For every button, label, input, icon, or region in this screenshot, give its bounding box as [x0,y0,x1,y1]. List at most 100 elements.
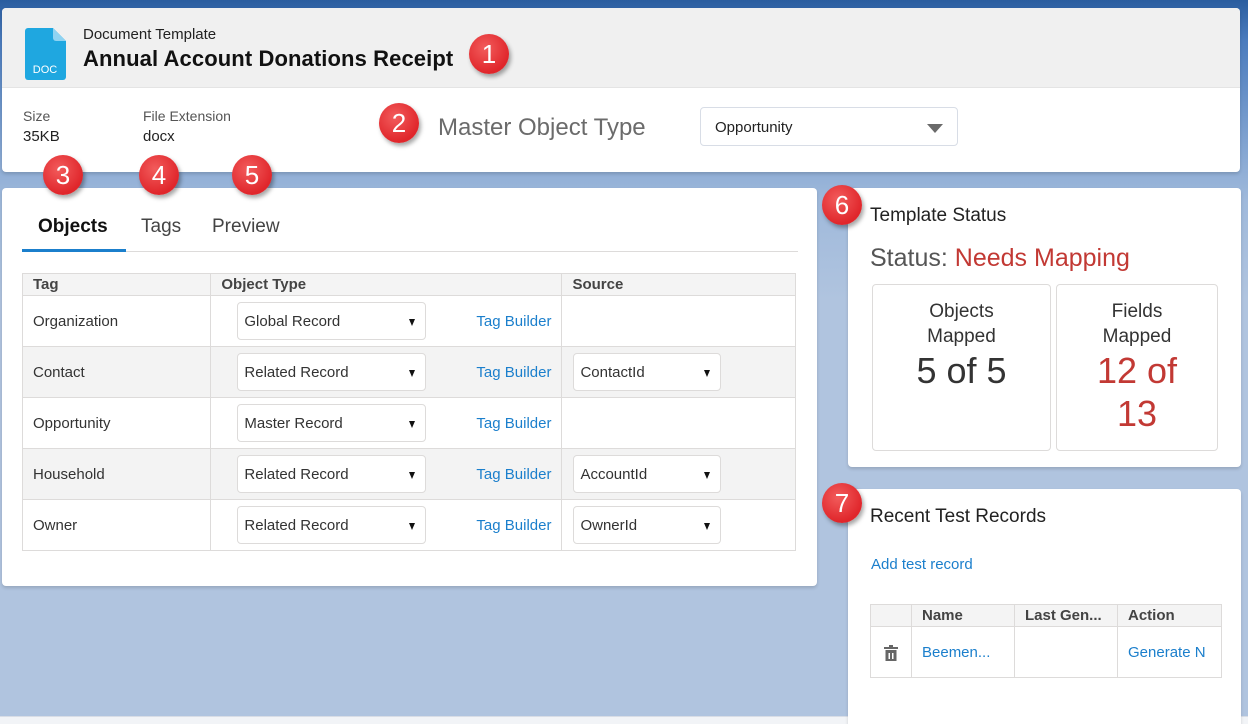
column-header-action: Action [1117,604,1222,627]
source-cell [561,397,796,449]
svg-text:DOC: DOC [33,64,58,76]
fields-mapped-label-line1: Fields [1111,301,1163,322]
source-select[interactable]: ContactId [573,353,722,391]
column-header-icon [870,604,912,627]
source-cell [561,295,796,347]
objects-mapped-tile: Objects Mapped 5 of 5 [872,284,1051,451]
column-header-object-type: Object Type [210,273,563,296]
object-type-cell: Master Record [210,397,437,449]
source-cell: AccountId [561,448,796,500]
status-prefix: Status: [870,244,948,272]
objects-table: Tag Object Type Source Organization Glob… [21,273,796,551]
tab-objects[interactable]: Objects [38,216,108,248]
tag-cell: Opportunity [21,397,212,449]
column-header-name: Name [911,604,1015,627]
tab-preview[interactable]: Preview [212,216,280,248]
tag-builder-link[interactable]: Tag Builder [476,364,551,381]
tag-builder-cell: Tag Builder [436,448,563,500]
object-type-value: Global Record [244,313,341,330]
object-type-value: Related Record [244,364,349,381]
chevron-down-icon [927,124,943,133]
source-value: AccountId [580,466,648,483]
table-row: Owner Related Record Tag Builder OwnerId [21,499,796,551]
object-type-select[interactable]: Related Record [237,353,427,391]
tag-builder-link[interactable]: Tag Builder [476,466,551,483]
caret-down-icon [409,319,416,326]
table-row: Beemen... Generate N [870,626,1222,678]
caret-down-icon [409,370,416,377]
status-line: Status: Needs Mapping [870,244,1130,273]
objects-card: Objects Tags Preview Tag Object Type Sou… [2,188,817,586]
page-title: Annual Account Donations Receipt [83,46,454,71]
recent-records-header: Name Last Gen... Action [870,604,1222,627]
callout-badge-4: 4 [139,155,179,195]
file-extension-field: File Extension docx [143,108,231,145]
source-select[interactable]: AccountId [573,455,722,493]
callout-badge-6: 6 [822,185,862,225]
object-type-value: Related Record [244,517,349,534]
object-type-select[interactable]: Related Record [237,506,427,544]
table-row: Household Related Record Tag Builder Acc… [21,448,796,500]
size-value: 35KB [23,128,60,145]
fields-mapped-value-line2: 13 [1116,393,1158,434]
tag-builder-link[interactable]: Tag Builder [476,313,551,330]
size-field: Size 35KB [23,108,60,145]
add-test-record-link[interactable]: Add test record [871,556,973,573]
source-value: OwnerId [580,517,638,534]
recent-records-table: Name Last Gen... Action Beemen... Genera… [870,604,1222,678]
generate-action-link[interactable]: Generate N [1128,644,1206,661]
tag-cell: Household [21,448,212,500]
tag-builder-cell: Tag Builder [436,346,563,398]
object-type-select[interactable]: Master Record [237,404,427,442]
record-name-cell: Beemen... [911,626,1015,678]
source-cell: OwnerId [561,499,796,551]
tag-builder-cell: Tag Builder [436,397,563,449]
tag-builder-link[interactable]: Tag Builder [476,517,551,534]
source-value: ContactId [580,364,645,381]
objects-mapped-value: 5 of 5 [916,350,1007,391]
objects-mapped-label-line1: Objects [929,301,994,322]
fields-mapped-label-line2: Mapped [1102,326,1172,347]
file-extension-label: File Extension [143,108,231,124]
source-select[interactable]: OwnerId [573,506,722,544]
master-object-type-label: Master Object Type [438,114,646,141]
active-tab-indicator [22,249,126,252]
table-row: Contact Related Record Tag Builder Conta… [21,346,796,398]
object-type-value: Master Record [244,415,343,432]
tag-builder-cell: Tag Builder [436,295,563,347]
object-type-cell: Related Record [210,448,437,500]
caret-down-icon [409,421,416,428]
caret-down-icon [704,523,711,530]
doc-file-icon: DOC [25,28,66,80]
caret-down-icon [704,472,711,479]
object-type-select[interactable]: Global Record [237,302,427,340]
object-type-value: Related Record [244,466,349,483]
trash-icon[interactable] [884,644,898,661]
header-subtitle: Document Template [83,26,217,43]
recent-test-records-card: Recent Test Records Add test record Name… [848,489,1241,724]
fields-mapped-label: Fields Mapped [1057,299,1217,349]
action-cell: Generate N [1117,626,1222,678]
tab-bar: Objects Tags Preview [22,216,798,252]
table-row: Organization Global Record Tag Builder [21,295,796,347]
caret-down-icon [409,523,416,530]
objects-mapped-label: Objects Mapped [873,299,1050,349]
status-value: Needs Mapping [954,244,1130,272]
callout-badge-3: 3 [43,155,83,195]
last-generated-cell [1014,626,1118,678]
column-header-last-generated: Last Gen... [1014,604,1118,627]
table-row: Opportunity Master Record Tag Builder [21,397,796,449]
caret-down-icon [704,370,711,377]
object-type-select[interactable]: Related Record [237,455,427,493]
caret-down-icon [409,472,416,479]
tag-builder-link[interactable]: Tag Builder [476,415,551,432]
template-status-title: Template Status [870,205,1007,226]
tab-tags[interactable]: Tags [141,216,181,248]
tag-cell: Owner [21,499,212,551]
master-object-type-select[interactable]: Opportunity [700,107,958,146]
size-label: Size [23,108,51,124]
fields-mapped-value-line1: 12 of [1096,350,1178,391]
callout-badge-1: 1 [469,34,509,74]
objects-table-header: Tag Object Type Source [21,273,796,296]
record-name-link[interactable]: Beemen... [922,644,990,661]
